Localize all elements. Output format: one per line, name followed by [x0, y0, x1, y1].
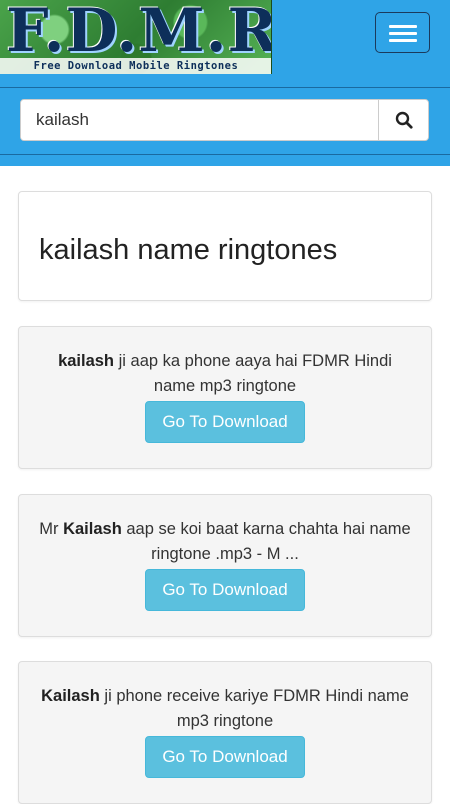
ringtone-description: Kailash ji phone receive kariye FDMR Hin… — [39, 684, 411, 734]
go-to-download-button[interactable]: Go To Download — [145, 736, 305, 778]
ringtone-description: Mr Kailash aap se koi baat karna chahta … — [39, 517, 411, 567]
ringtone-name: kailash — [58, 352, 115, 370]
ringtone-item: kailash ji aap ka phone aaya hai FDMR Hi… — [18, 326, 432, 469]
ringtone-description-text: ji phone receive kariye FDMR Hindi name … — [99, 687, 409, 730]
ringtone-name: Kailash — [63, 520, 122, 538]
search-icon — [395, 111, 413, 129]
navbar-divider-bottom — [0, 154, 450, 155]
ringtone-description-text: aap se koi baat karna chahta hai name ri… — [121, 520, 411, 563]
ringtone-description: kailash ji aap ka phone aaya hai FDMR Hi… — [39, 349, 411, 399]
page-title: kailash name ringtones — [39, 234, 338, 266]
go-to-download-button[interactable]: Go To Download — [145, 569, 305, 611]
ringtone-item: Kailash ji phone receive kariye FDMR Hin… — [18, 661, 432, 804]
site-logo[interactable]: F.D.M.R Free Download Mobile Ringtones — [0, 0, 272, 74]
ringtone-item: Mr Kailash aap se koi baat karna chahta … — [18, 494, 432, 637]
logo-subtitle: Free Download Mobile Ringtones — [0, 58, 271, 74]
ringtone-description-text: ji aap ka phone aaya hai FDMR Hindi name… — [114, 352, 392, 395]
go-to-download-button[interactable]: Go To Download — [145, 401, 305, 443]
title-panel: kailash name ringtones — [18, 191, 432, 301]
search-input[interactable] — [21, 100, 378, 140]
logo-title: F.D.M.R — [6, 0, 272, 66]
search-button[interactable] — [378, 100, 428, 140]
navbar-divider — [0, 87, 450, 88]
search-form — [20, 99, 429, 141]
menu-toggle-button[interactable] — [375, 12, 430, 53]
ringtone-name: Kailash — [41, 687, 100, 705]
ringtone-prefix: Mr — [39, 520, 64, 538]
navbar: F.D.M.R Free Download Mobile Ringtones — [0, 0, 450, 166]
